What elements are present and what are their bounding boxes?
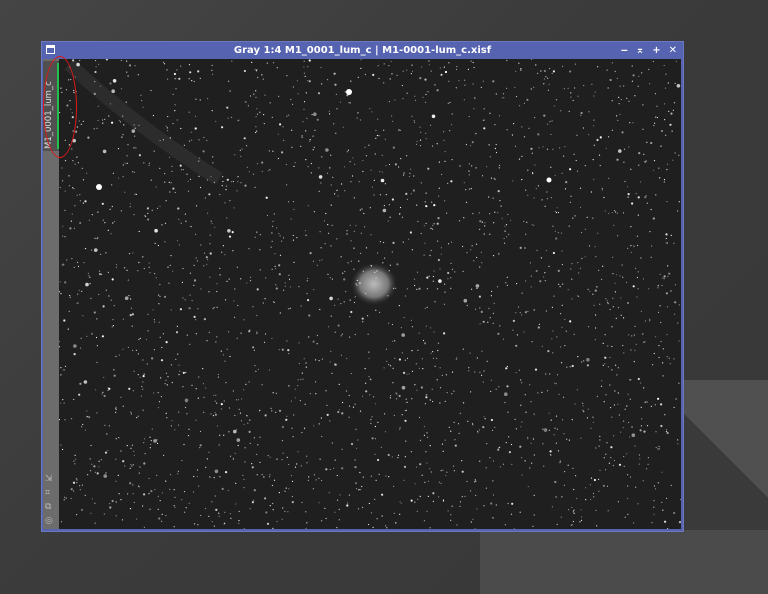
image-window[interactable]: Gray 1:4 M1_0001_lum_c | M1-0001-lum_c.x… xyxy=(41,41,684,532)
shade-button[interactable]: ‒ xyxy=(621,42,628,59)
window-menu-icon[interactable] xyxy=(46,45,55,54)
title-bar[interactable]: Gray 1:4 M1_0001_lum_c | M1-0001-lum_c.x… xyxy=(42,42,683,59)
star-field-image xyxy=(59,59,681,529)
image-viewport[interactable] xyxy=(59,59,681,529)
red-annotation-ellipse xyxy=(43,56,77,158)
minimize-button[interactable]: ⌅ xyxy=(636,42,644,59)
desktop-panel xyxy=(480,530,768,594)
target-icon[interactable]: ◎ xyxy=(45,516,53,527)
maximize-button[interactable]: + xyxy=(652,42,660,59)
close-button[interactable]: ✕ xyxy=(669,42,677,59)
arrow-diagonal-icon[interactable]: ⇲ xyxy=(45,474,53,485)
clone-icon[interactable]: ⧉ xyxy=(45,502,53,513)
desktop-decoration xyxy=(682,380,768,530)
fit-view-icon[interactable]: ⌗ xyxy=(45,488,53,499)
window-title: Gray 1:4 M1_0001_lum_c | M1-0001-lum_c.x… xyxy=(233,45,492,56)
